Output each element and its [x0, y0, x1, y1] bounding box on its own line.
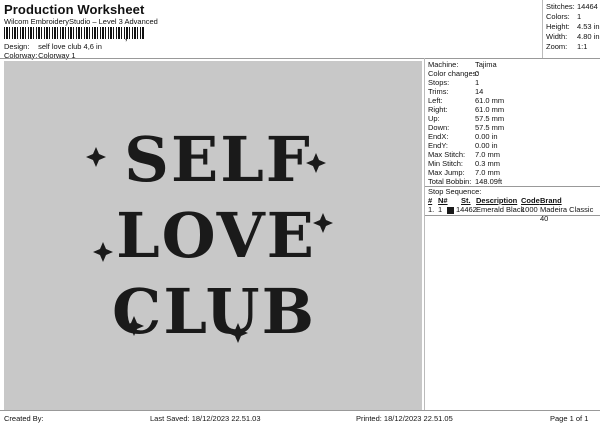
min-stitch-label: Min Stitch: [428, 159, 464, 168]
thread-swatch [447, 206, 454, 215]
sparkle-icon [93, 242, 113, 262]
min-stitch-value: 0.3 mm [475, 159, 501, 168]
design-word-self: SELF [124, 123, 312, 196]
row-number: 1. [428, 205, 435, 214]
page-number: Page 1 of 1 [550, 414, 589, 423]
down-label: Down: [428, 123, 450, 132]
design-word-club: CLUB [112, 275, 316, 348]
total-bobbin-label: Total Bobbin: [428, 177, 472, 186]
software-subtitle: Wilcom EmbroideryStudio – Level 3 Advanc… [4, 17, 158, 26]
machine-label: Machine: [428, 60, 459, 69]
max-stitch-label: Max Stitch: [428, 150, 466, 159]
summary-panel: Stitches: 14464 Colors: 1 Height: 4.53 i… [542, 0, 600, 58]
col-header-code: Code [521, 196, 540, 205]
zoom-label: Zoom: [546, 42, 568, 51]
max-jump-label: Max Jump: [428, 168, 465, 177]
stitches-label: Stitches: [546, 2, 575, 11]
row-needle: 1 [438, 205, 443, 214]
colors-value: 1 [577, 12, 582, 21]
right-label: Right: [428, 105, 448, 114]
footer: Created By: Last Saved: 18/12/2023 22.51… [0, 410, 600, 424]
endy-label: EndY: [428, 141, 449, 150]
sparkle-icon [313, 213, 333, 233]
width-label: Width: [546, 32, 568, 41]
machine-value: Tajima [475, 60, 497, 69]
stop-sequence-title: Stop Sequence: [428, 187, 482, 196]
printed-date: Printed: 18/12/2023 22.51.05 [356, 414, 453, 423]
stops-value: 1 [475, 78, 480, 87]
endx-value: 0.00 in [475, 132, 498, 141]
left-value: 61.0 mm [475, 96, 505, 105]
col-header-stitches: St. [461, 196, 471, 205]
design-word-love: LOVE [116, 199, 316, 272]
max-stitch-value: 7.0 mm [475, 150, 501, 159]
height-label: Height: [546, 22, 570, 31]
left-label: Left: [428, 96, 443, 105]
stops-label: Stops: [428, 78, 450, 87]
up-label: Up: [428, 114, 440, 123]
endy-value: 0.00 in [475, 141, 498, 150]
trims-label: Trims: [428, 87, 449, 96]
col-header-description: Description [476, 196, 518, 205]
up-value: 57.5 mm [475, 114, 505, 123]
machine-info-panel: Machine: Tajima Color changes: 0 Stops: … [424, 58, 600, 410]
trims-value: 14 [475, 87, 484, 96]
design-preview: SELF LOVE CLUB [4, 61, 422, 410]
zoom-value: 1:1 [577, 42, 588, 51]
total-bobbin-value: 148.09ft [475, 177, 503, 186]
worksheet-title: Production Worksheet [4, 2, 145, 17]
right-value: 61.0 mm [475, 105, 505, 114]
endx-label: EndX: [428, 132, 449, 141]
height-value: 4.53 in [577, 22, 600, 31]
design-label: Design: [4, 42, 30, 51]
colors-label: Colors: [546, 12, 570, 21]
color-changes-value: 0 [475, 69, 480, 78]
row-code: 1000 [521, 205, 538, 214]
row-brand: Madeira Classic 40 [540, 205, 594, 223]
max-jump-value: 7.0 mm [475, 168, 501, 177]
col-header-number: # [428, 196, 433, 205]
design-value: self love club 4,6 in [38, 42, 102, 51]
barcode [4, 27, 144, 39]
last-saved: Last Saved: 18/12/2023 22.51.03 [150, 414, 261, 423]
sparkle-icon [86, 147, 106, 167]
row-stitches: 14462 [456, 205, 477, 214]
col-header-needle: N# [438, 196, 448, 205]
created-by: Created By: [4, 414, 44, 423]
stitches-value: 14464 [577, 2, 598, 11]
col-header-brand: Brand [540, 196, 562, 205]
down-value: 57.5 mm [475, 123, 505, 132]
width-value: 4.80 in [577, 32, 600, 41]
row-description: Emerald Black [476, 205, 525, 214]
table-divider [425, 215, 600, 216]
barcode-mark: , [125, 33, 128, 42]
embroidery-design: SELF LOVE CLUB [86, 123, 333, 348]
color-changes-label: Color changes: [428, 69, 479, 78]
design-row: Design: self love club 4,6 in [4, 42, 102, 51]
